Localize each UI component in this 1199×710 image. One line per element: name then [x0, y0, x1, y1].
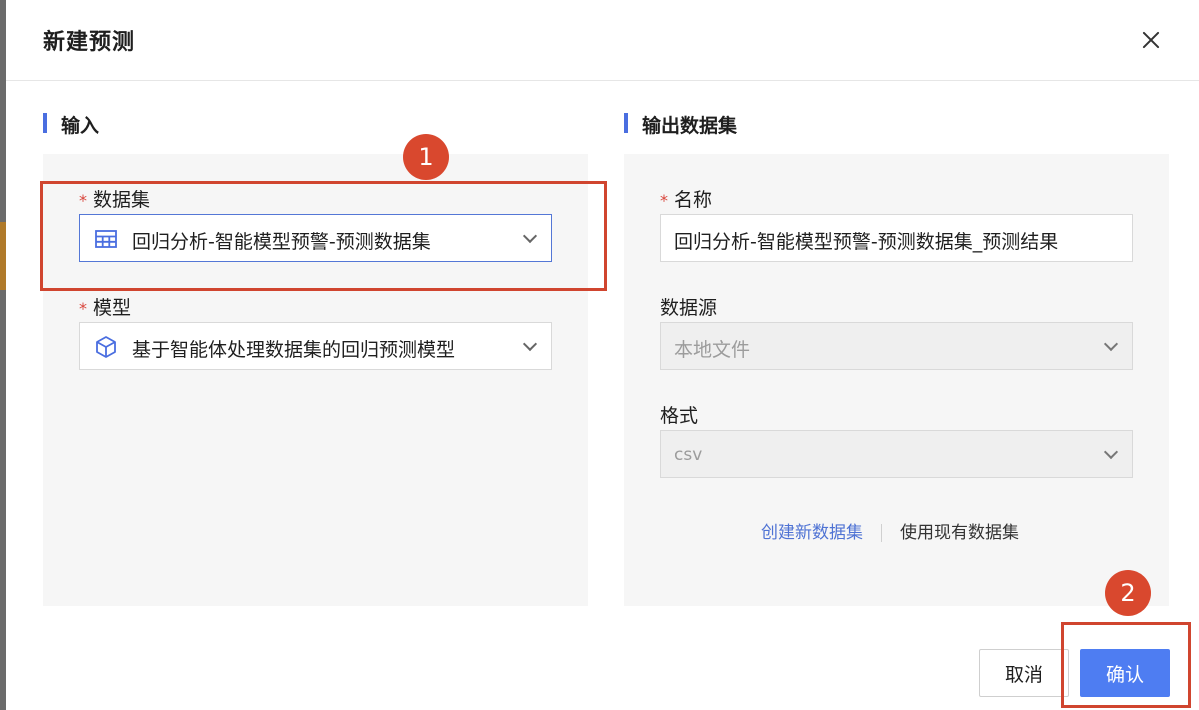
output-section-title: 输出数据集: [624, 111, 737, 138]
chevron-down-icon: [1103, 336, 1119, 352]
output-name-value: 回归分析-智能模型预警-预测数据集_预测结果: [674, 231, 1059, 253]
required-mark: *: [79, 299, 87, 318]
cancel-button[interactable]: 取消: [979, 649, 1069, 697]
format-label: 格式: [660, 405, 699, 427]
dialog-title: 新建预测: [43, 30, 136, 55]
model-label: * 模型: [79, 293, 131, 320]
dialog-header: 新建预测: [6, 0, 1199, 81]
create-new-dataset-link[interactable]: 创建新数据集: [761, 523, 863, 543]
input-section-title: 输入: [43, 111, 99, 138]
annotation-highlight-confirm: [1061, 622, 1191, 708]
annotation-badge-step2: 2: [1105, 570, 1151, 616]
model-select[interactable]: 基于智能体处理数据集的回归预测模型: [79, 322, 552, 370]
model-label-text: 模型: [93, 297, 132, 319]
name-label-text: 名称: [674, 189, 713, 211]
source-select: 本地文件: [660, 322, 1133, 370]
chevron-down-icon: [522, 336, 538, 352]
annotation-badge-step1: 1: [403, 134, 449, 180]
link-divider: [881, 524, 882, 542]
format-select: csv: [660, 430, 1133, 478]
chevron-down-icon: [1103, 444, 1119, 460]
source-label: 数据源: [660, 297, 718, 319]
dataset-mode-links: 创建新数据集 使用现有数据集: [761, 518, 1019, 543]
cube-icon: [96, 336, 116, 358]
section-marker: [43, 113, 47, 133]
model-select-value: 基于智能体处理数据集的回归预测模型: [132, 339, 456, 361]
annotation-highlight-dataset: [40, 181, 607, 291]
source-select-value: 本地文件: [674, 339, 751, 361]
output-section-label: 输出数据集: [642, 115, 738, 137]
format-select-value: csv: [674, 445, 703, 465]
use-existing-dataset-link[interactable]: 使用现有数据集: [900, 523, 1019, 543]
new-forecast-dialog: 新建预测 输入 * 数据集 回归分析-智能模型预警-预测数据集 * 模型 基于智能体…: [6, 0, 1199, 710]
section-marker: [624, 113, 628, 133]
input-section-label: 输入: [61, 115, 100, 137]
output-name-field[interactable]: 回归分析-智能模型预警-预测数据集_预测结果: [660, 214, 1133, 262]
name-label: * 名称: [660, 185, 712, 212]
required-mark: *: [660, 191, 668, 210]
close-icon[interactable]: [1137, 26, 1165, 54]
